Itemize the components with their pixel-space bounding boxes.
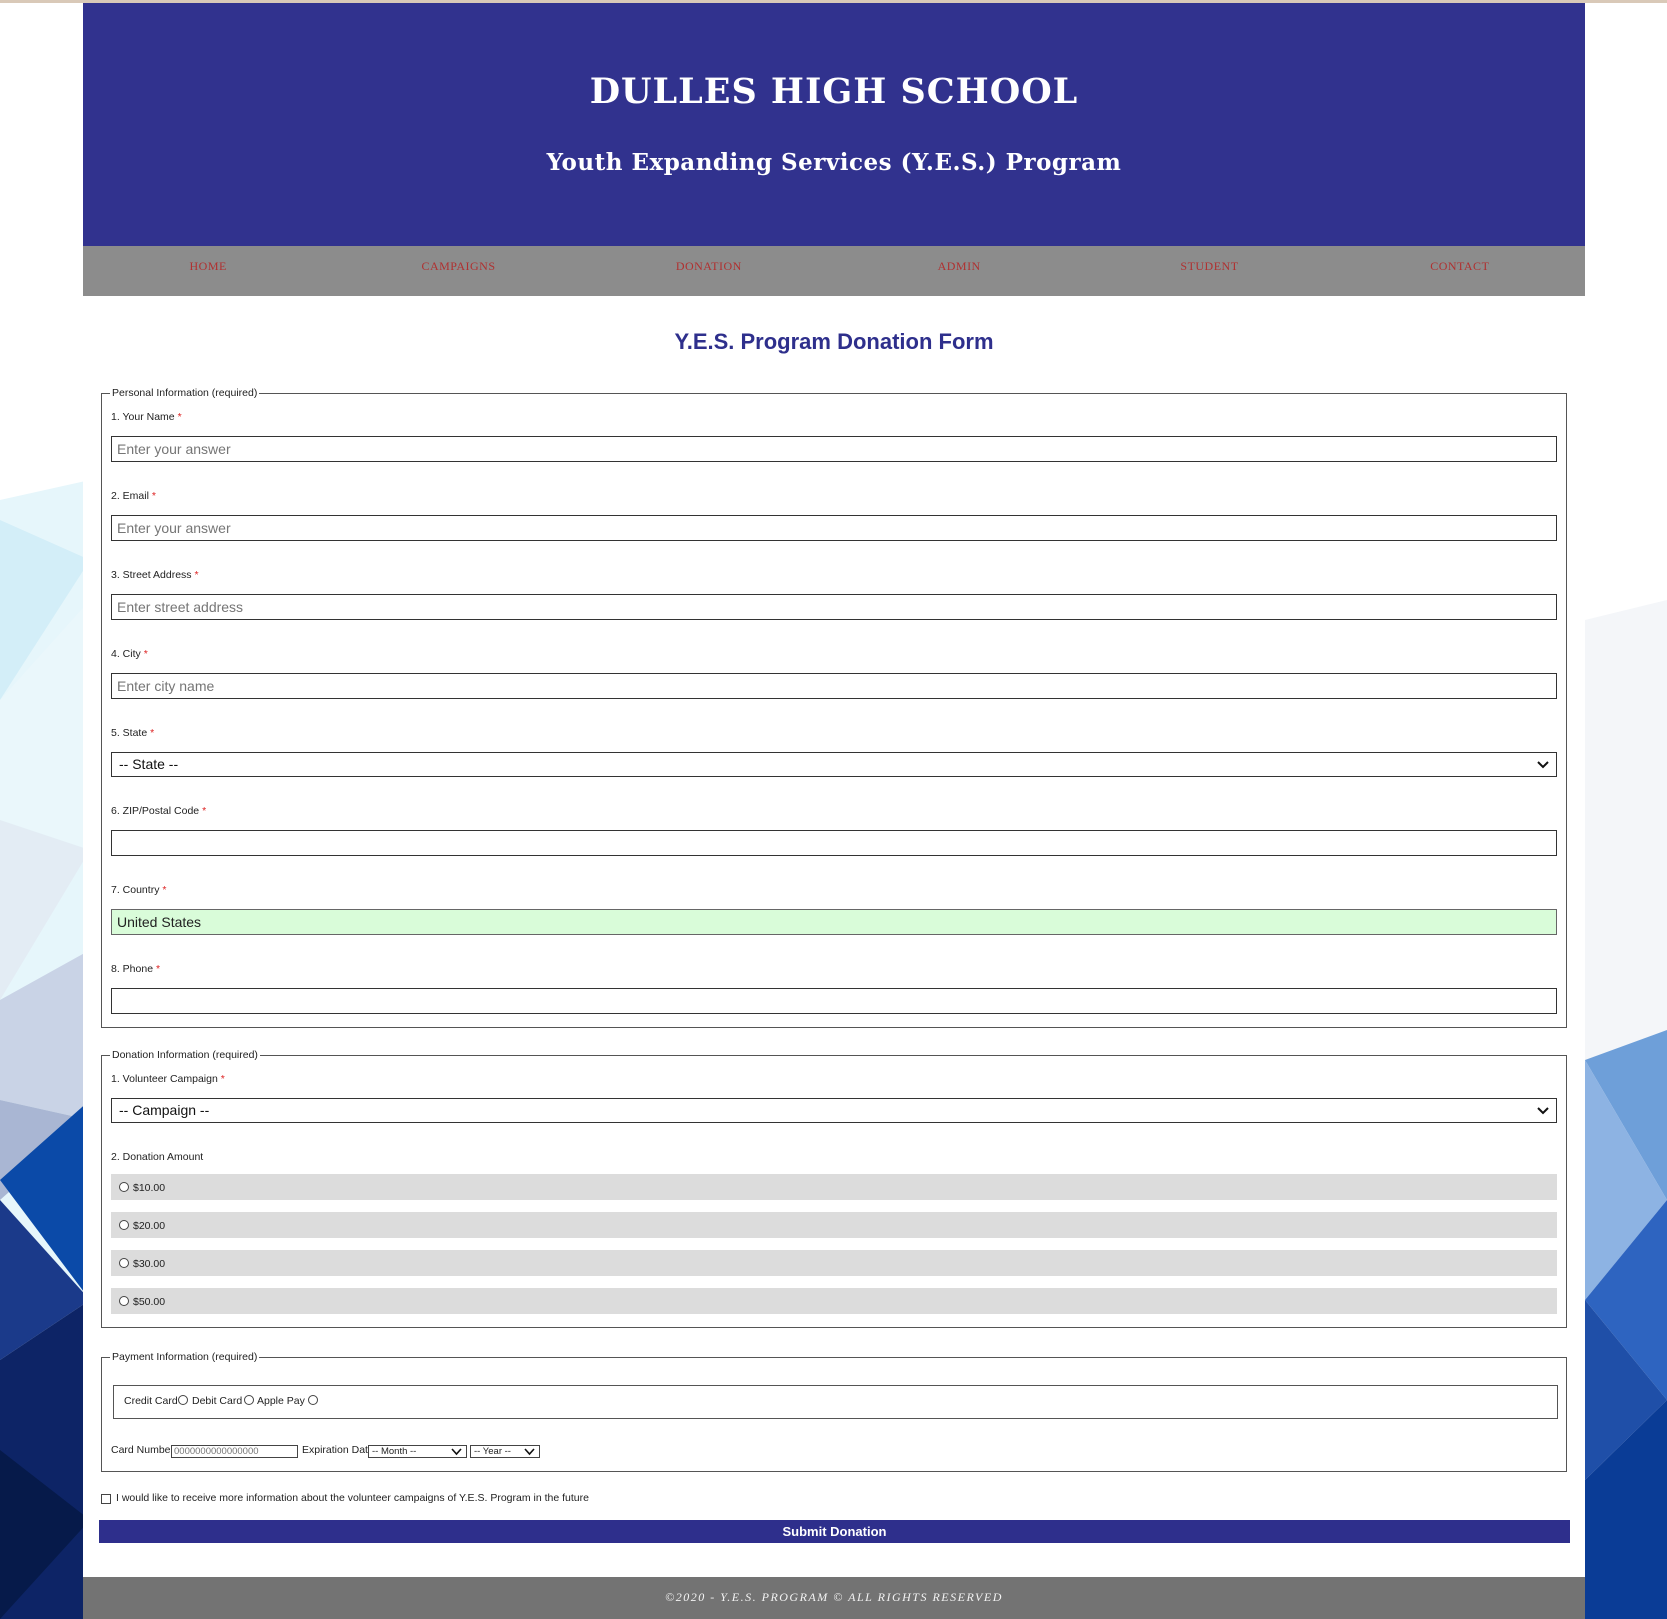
- nav-item-donation[interactable]: DONATION: [584, 246, 834, 296]
- state-label: 5. State *: [111, 727, 155, 739]
- radio-button[interactable]: [119, 1182, 129, 1192]
- card-number-input[interactable]: [171, 1445, 298, 1458]
- month-selected-value: -- Month --: [372, 1446, 417, 1457]
- campaign-selected-value: -- Campaign --: [119, 1102, 210, 1118]
- personal-info-fieldset: Personal Information (required) 1. Your …: [101, 387, 1567, 1028]
- page-container: DULLES HIGH SCHOOL Youth Expanding Servi…: [83, 3, 1585, 1619]
- apple-pay-radio[interactable]: [308, 1395, 318, 1405]
- nav-item-student[interactable]: STUDENT: [1084, 246, 1334, 296]
- email-label: 2. Email *: [111, 490, 156, 502]
- amount-value: $50.00: [133, 1296, 166, 1308]
- card-number-label: Card Number: [111, 1444, 175, 1456]
- country-label: 7. Country *: [111, 884, 167, 896]
- street-address-input[interactable]: [111, 594, 1557, 620]
- debit-card-label: Debit Card: [192, 1395, 243, 1407]
- debit-card-radio[interactable]: [244, 1395, 254, 1405]
- email-input[interactable]: [111, 515, 1557, 541]
- amount-value: $30.00: [133, 1258, 166, 1270]
- site-footer: ©2020 - Y.E.S. PROGRAM © ALL RIGHTS RESE…: [83, 1577, 1585, 1619]
- amount-value: $20.00: [133, 1220, 166, 1232]
- country-input[interactable]: [111, 909, 1557, 935]
- nav-item-campaigns[interactable]: CAMPAIGNS: [333, 246, 583, 296]
- phone-label: 8. Phone *: [111, 963, 161, 975]
- nav-item-home[interactable]: HOME: [83, 246, 333, 296]
- chevron-down-icon: [1537, 761, 1549, 769]
- street-address-label: 3. Street Address *: [111, 569, 199, 581]
- chevron-down-icon: [451, 1448, 462, 1456]
- donation-amount-label: 2. Donation Amount: [111, 1151, 204, 1163]
- amount-value: $10.00: [133, 1182, 166, 1194]
- city-input[interactable]: [111, 673, 1557, 699]
- year-select[interactable]: -- Year --: [470, 1445, 540, 1458]
- newsletter-label: I would like to receive more information…: [116, 1492, 589, 1504]
- copyright-text: ©2020 - Y.E.S. PROGRAM © ALL RIGHTS RESE…: [665, 1590, 1003, 1604]
- radio-button[interactable]: [119, 1258, 129, 1268]
- chevron-down-icon: [1537, 1107, 1549, 1115]
- amount-option[interactable]: $10.00: [111, 1174, 1557, 1200]
- month-select[interactable]: -- Month --: [368, 1445, 467, 1458]
- payment-info-fieldset: Payment Information (required) Credit Ca…: [101, 1351, 1567, 1472]
- zip-label: 6. ZIP/Postal Code *: [111, 805, 207, 817]
- campaign-select[interactable]: -- Campaign --: [111, 1098, 1557, 1123]
- credit-card-label: Credit Card: [124, 1395, 178, 1407]
- radio-button[interactable]: [119, 1296, 129, 1306]
- amount-option[interactable]: $20.00: [111, 1212, 1557, 1238]
- year-selected-value: -- Year --: [474, 1446, 511, 1457]
- donation-info-fieldset: Donation Information (required) 1. Volun…: [101, 1049, 1567, 1328]
- state-select[interactable]: -- State --: [111, 752, 1557, 777]
- name-label: 1. Your Name *: [111, 411, 182, 423]
- nav-item-contact[interactable]: CONTACT: [1335, 246, 1585, 296]
- nav-bar: HOME CAMPAIGNS DONATION ADMIN STUDENT CO…: [83, 246, 1585, 296]
- program-name: Youth Expanding Services (Y.E.S.) Progra…: [546, 149, 1122, 176]
- name-input[interactable]: [111, 436, 1557, 462]
- radio-button[interactable]: [119, 1220, 129, 1230]
- form-title: Y.E.S. Program Donation Form: [674, 329, 994, 354]
- phone-input[interactable]: [111, 988, 1557, 1014]
- site-header: DULLES HIGH SCHOOL Youth Expanding Servi…: [83, 3, 1585, 246]
- city-label: 4. City *: [111, 648, 148, 660]
- nav-item-admin[interactable]: ADMIN: [834, 246, 1084, 296]
- newsletter-checkbox[interactable]: [101, 1494, 111, 1504]
- campaign-label: 1. Volunteer Campaign *: [111, 1073, 225, 1085]
- submit-donation-button[interactable]: Submit Donation: [99, 1520, 1570, 1543]
- chevron-down-icon: [524, 1448, 535, 1456]
- payment-method-group: Credit Card Debit Card Apple Pay: [113, 1385, 1558, 1419]
- state-selected-value: -- State --: [119, 756, 179, 772]
- amount-option[interactable]: $50.00: [111, 1288, 1557, 1314]
- apple-pay-label: Apple Pay: [257, 1395, 305, 1407]
- expiration-date-label: Expiration Date: [302, 1444, 374, 1456]
- newsletter-row: I would like to receive more information…: [101, 1492, 589, 1504]
- zip-input[interactable]: [111, 830, 1557, 856]
- credit-card-radio[interactable]: [178, 1395, 188, 1405]
- school-name: DULLES HIGH SCHOOL: [589, 71, 1079, 112]
- top-border: [0, 0, 1667, 3]
- amount-option[interactable]: $30.00: [111, 1250, 1557, 1276]
